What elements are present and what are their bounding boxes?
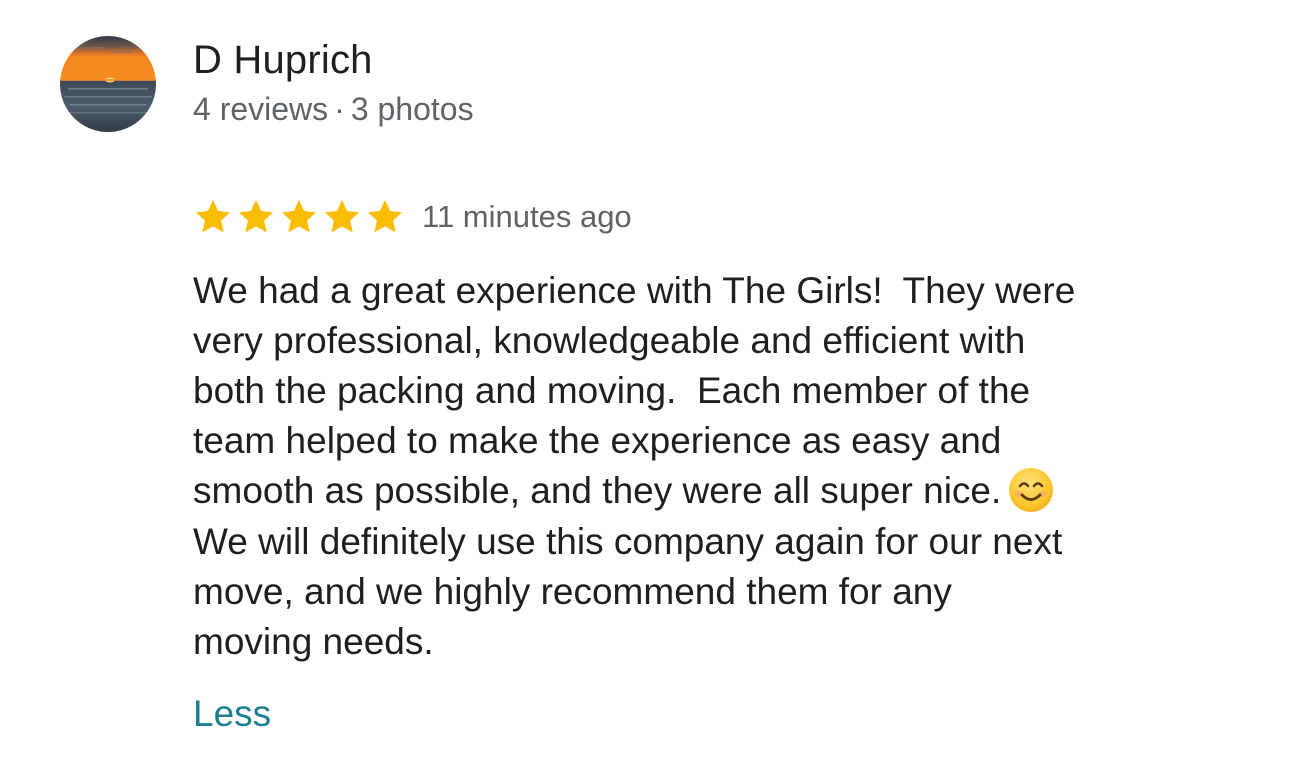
review-text: We had a great experience with The Girls… bbox=[193, 266, 1253, 667]
review-timestamp: 11 minutes ago bbox=[422, 199, 632, 234]
smiling-face-emoji-icon bbox=[1007, 466, 1055, 514]
review-text-line-content: smooth as possible, and they were all su… bbox=[193, 470, 1002, 511]
avatar[interactable] bbox=[60, 36, 156, 132]
review-text-line: moving needs. bbox=[193, 621, 434, 663]
review-text-line: both the packing and moving. Each member… bbox=[193, 370, 1031, 411]
star-icon bbox=[282, 200, 316, 233]
author-review-count: 4 reviews bbox=[193, 91, 329, 127]
review-text-line: move, and we highly recommend them for a… bbox=[193, 571, 952, 613]
star-rating bbox=[193, 197, 408, 237]
author-name[interactable]: D Huprich bbox=[193, 36, 373, 84]
star-icon bbox=[239, 200, 273, 233]
review-text-line: very professional, knowledgeable and eff… bbox=[193, 320, 1026, 361]
review-text-line: team helped to make the experience as ea… bbox=[193, 420, 1002, 461]
author-photo-count: 3 photos bbox=[350, 91, 474, 127]
review-text-line: We will definitely use this company agai… bbox=[193, 521, 1063, 563]
star-icon bbox=[196, 200, 230, 233]
less-button[interactable]: Less bbox=[193, 690, 271, 738]
review-text-line: We had a great experience with The Girls… bbox=[193, 270, 1076, 311]
star-icon bbox=[325, 200, 359, 233]
rating-row: 11 minutes ago bbox=[193, 195, 632, 239]
meta-separator: · bbox=[334, 91, 345, 127]
star-icon bbox=[368, 200, 402, 233]
author-meta[interactable]: 4 reviews · 3 photos bbox=[193, 89, 474, 129]
avatar-sunset-image bbox=[60, 36, 156, 132]
review-text-line: smooth as possible, and they were all su… bbox=[193, 466, 1253, 517]
